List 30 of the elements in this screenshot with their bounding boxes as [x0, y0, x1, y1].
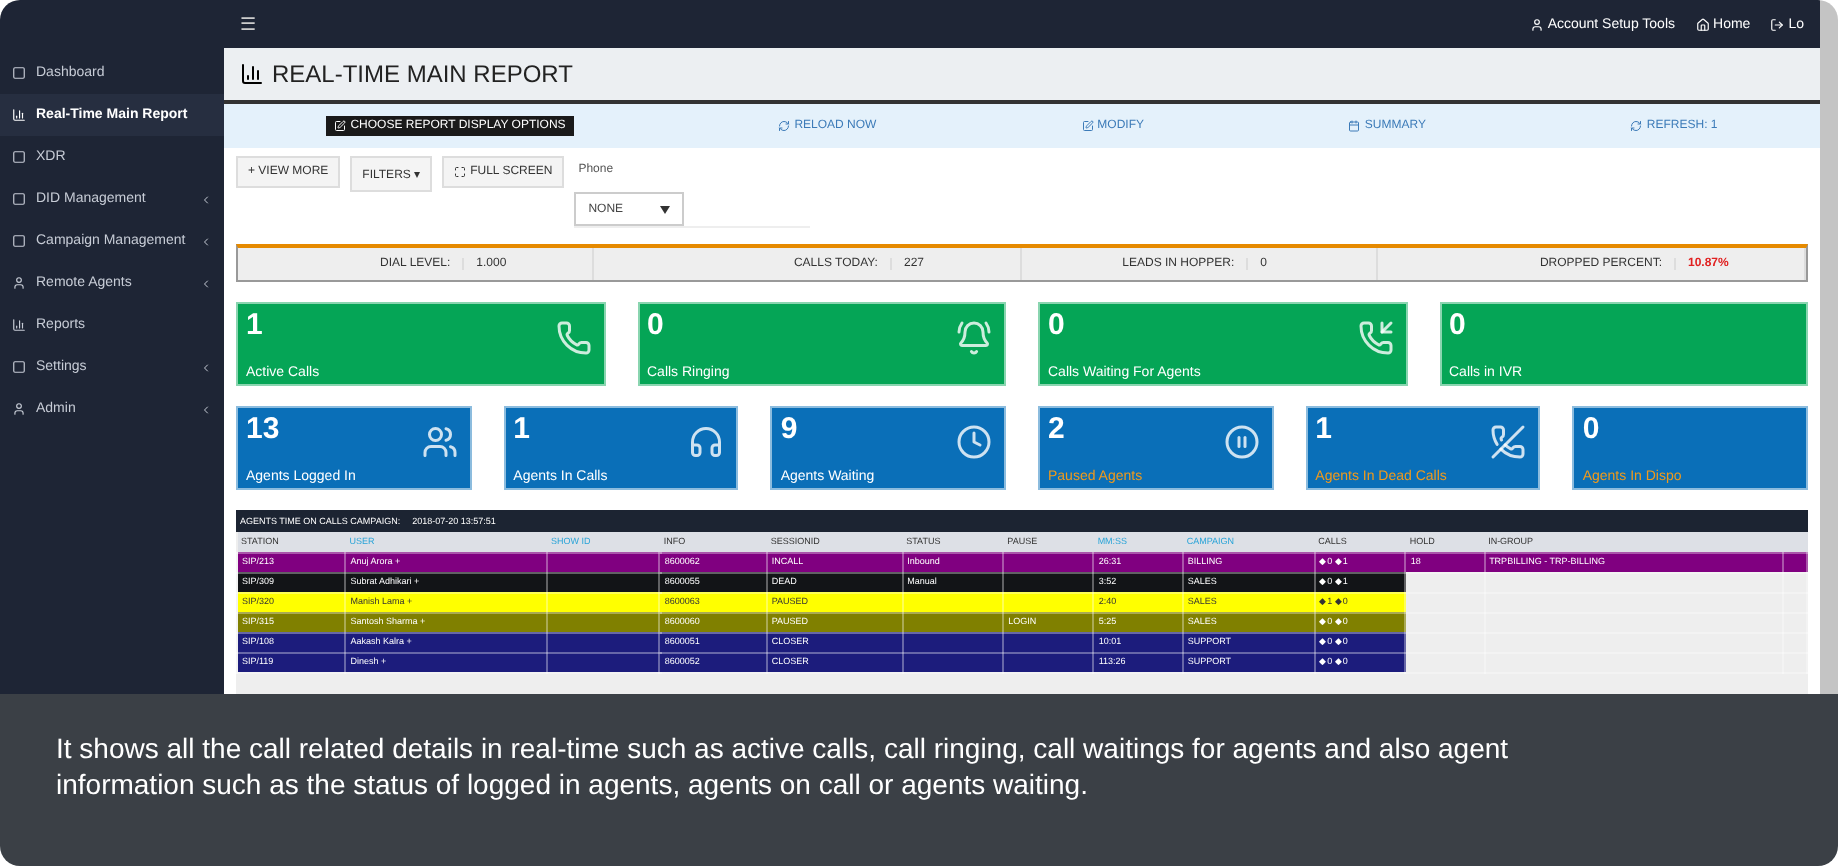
menu-item-icon: [12, 360, 26, 374]
menu-item-icon: [12, 234, 26, 248]
edit-icon: [334, 120, 347, 132]
users-icon: [421, 424, 458, 460]
phone-icon: [1357, 320, 1393, 356]
menu-item-icon: [12, 192, 26, 206]
clock-icon: [955, 424, 992, 460]
phone-off-icon: [1490, 424, 1527, 460]
menu-item-icon: [12, 402, 26, 416]
menu-item-icon: [12, 66, 26, 80]
menu-item-icon: [12, 276, 26, 290]
refresh-icon: [1630, 120, 1643, 132]
page-title: REAL-TIME MAIN REPORT: [272, 60, 573, 88]
menu-button[interactable]: ☰: [240, 14, 256, 34]
headset-icon: [688, 424, 725, 460]
pause-icon: [1223, 424, 1260, 460]
menu-item-icon: [12, 108, 26, 122]
dropdown-icon: [660, 205, 671, 213]
bar-chart-icon: [240, 62, 264, 86]
bell-icon: [956, 320, 992, 356]
home-icon: [1695, 17, 1710, 31]
caption-text: It shows all the call related details in real-time such as active calls, call ringing, call waitings for agents and also agent information such as the status of logged in agents, agents on call or agents waiting.: [56, 730, 1511, 802]
logout-icon: [1770, 17, 1785, 31]
phone-icon: [555, 320, 591, 356]
calendar-icon: [1348, 120, 1361, 132]
user-icon: [1529, 17, 1544, 31]
menu-item-icon: [12, 150, 26, 164]
reload-icon: [778, 120, 791, 132]
menu-item-icon: [12, 318, 26, 332]
edit-icon: [1081, 120, 1094, 132]
